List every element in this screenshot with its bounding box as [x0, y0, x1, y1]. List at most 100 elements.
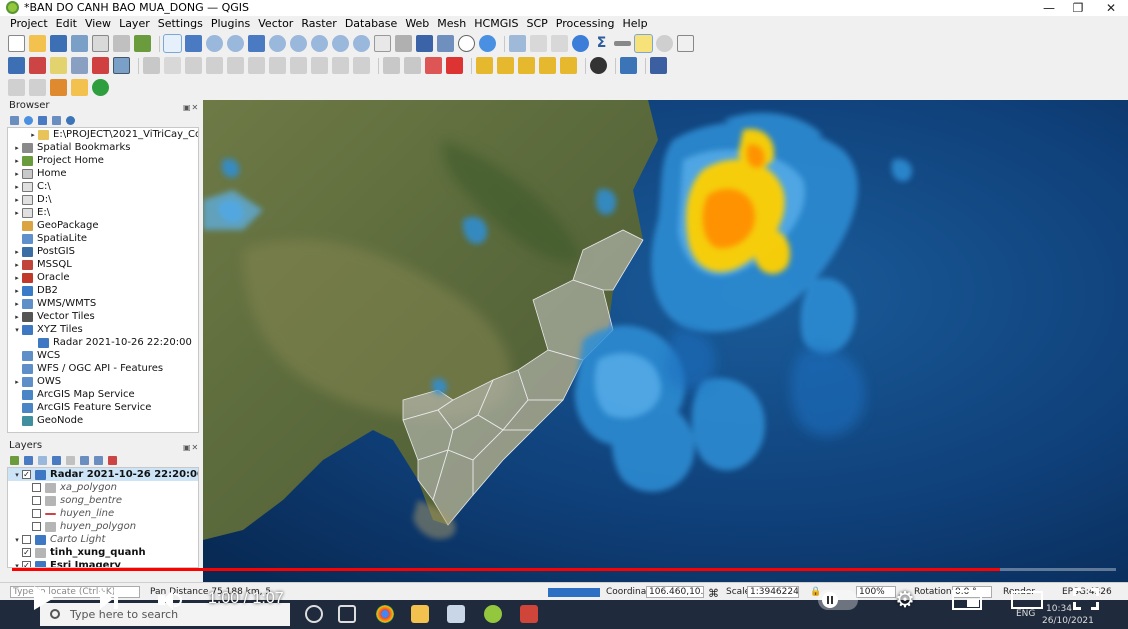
- highlight-pinned-icon[interactable]: [425, 57, 442, 74]
- maximize-button[interactable]: ❐: [1063, 0, 1093, 16]
- settings-gear-icon[interactable]: ⚙: [893, 588, 917, 612]
- browser-item[interactable]: SpatiaLite: [8, 232, 198, 245]
- menu-plugins[interactable]: Plugins: [211, 16, 250, 32]
- vertex-tool-icon[interactable]: [227, 57, 244, 74]
- python-console-icon[interactable]: [620, 57, 637, 74]
- browser-item[interactable]: GeoNode: [8, 414, 198, 427]
- next-video-icon[interactable]: [100, 589, 118, 609]
- browser-item[interactable]: ▸ OWS: [8, 375, 198, 388]
- text-annotation-icon[interactable]: [677, 35, 694, 52]
- browser-item[interactable]: ▸ WMS/WMTS: [8, 297, 198, 310]
- browser-item[interactable]: ▸ Project Home: [8, 154, 198, 167]
- layer-item[interactable]: song_bentre: [8, 494, 198, 507]
- map-tips-icon[interactable]: [634, 34, 653, 53]
- zoom-last-icon[interactable]: [332, 35, 349, 52]
- expand-arrow-icon[interactable]: ▸: [12, 183, 22, 191]
- zoom-out-icon[interactable]: [227, 35, 244, 52]
- new-3d-view-icon[interactable]: [395, 35, 412, 52]
- layer-visibility-checkbox[interactable]: [32, 483, 41, 492]
- new-shapefile-layer-icon[interactable]: [50, 57, 67, 74]
- theater-mode-icon[interactable]: [1011, 591, 1043, 609]
- zoom-selection-icon[interactable]: [269, 35, 286, 52]
- expand-arrow-icon[interactable]: ▸: [12, 313, 22, 321]
- menu-vector[interactable]: Vector: [258, 16, 293, 32]
- current-edits-icon[interactable]: [143, 57, 160, 74]
- cut-features-icon[interactable]: [269, 57, 286, 74]
- new-temporary-layer-icon[interactable]: [92, 57, 109, 74]
- expand-arrow-icon[interactable]: ▸: [12, 274, 22, 282]
- browser-item[interactable]: ▸ MSSQL: [8, 258, 198, 271]
- label-toolbar-icon[interactable]: [383, 57, 400, 74]
- browser-item[interactable]: ▸ C:\: [8, 180, 198, 193]
- menu-hcmgis[interactable]: HCMGIS: [474, 16, 518, 32]
- processing-toolbox-icon[interactable]: [572, 35, 589, 52]
- rotate-label-icon[interactable]: [497, 57, 514, 74]
- autoplay-toggle[interactable]: [818, 590, 858, 610]
- zoom-next-icon[interactable]: [353, 35, 370, 52]
- pan-to-selection-icon[interactable]: [185, 35, 202, 52]
- filter-legend-icon[interactable]: [52, 455, 61, 465]
- properties-widget-icon[interactable]: [66, 115, 75, 125]
- layer-visibility-checkbox[interactable]: ✓: [22, 561, 31, 567]
- scp-preview-icon[interactable]: [71, 79, 88, 96]
- browser-item[interactable]: ▸ Home: [8, 167, 198, 180]
- browser-item[interactable]: ▸ DB2: [8, 284, 198, 297]
- layer-item[interactable]: ▾ ✓ Esri Imagery: [8, 559, 198, 567]
- new-project-icon[interactable]: [8, 35, 25, 52]
- menu-project[interactable]: Project: [10, 16, 48, 32]
- scale-field[interactable]: 1:3946224: [747, 586, 799, 598]
- expand-arrow-icon[interactable]: ▸: [12, 261, 22, 269]
- add-polygon-icon[interactable]: [206, 57, 223, 74]
- browser-item[interactable]: GeoPackage: [8, 219, 198, 232]
- layer-item[interactable]: ✓ tinh_xung_quanh: [8, 546, 198, 559]
- attribute-table-icon[interactable]: [530, 35, 547, 52]
- open-styling-icon[interactable]: [10, 455, 19, 465]
- browser-item[interactable]: ▾ XYZ Tiles: [8, 323, 198, 336]
- expand-arrow-icon[interactable]: ▸: [12, 248, 22, 256]
- show-hide-labels-icon[interactable]: [446, 57, 463, 74]
- menu-processing[interactable]: Processing: [556, 16, 615, 32]
- volume-icon[interactable]: [158, 589, 184, 611]
- menu-database[interactable]: Database: [345, 16, 398, 32]
- browser-item[interactable]: ▸ Oracle: [8, 271, 198, 284]
- expand-arrow-icon[interactable]: ▸: [12, 209, 22, 217]
- field-calculator-icon[interactable]: [551, 35, 568, 52]
- pin-labels-icon[interactable]: [404, 57, 421, 74]
- scp-refresh-icon[interactable]: [92, 79, 109, 96]
- select-feature-icon[interactable]: [656, 35, 673, 52]
- browser-refresh-icon[interactable]: [24, 115, 33, 125]
- browser-item[interactable]: ▸ E:\: [8, 206, 198, 219]
- close-button[interactable]: ✕: [1096, 0, 1126, 16]
- manage-themes-icon[interactable]: [38, 455, 47, 465]
- layer-item[interactable]: huyen_line: [8, 507, 198, 520]
- coordinate-field[interactable]: 106.460,10.057: [646, 586, 704, 598]
- open-project-icon[interactable]: [29, 35, 46, 52]
- layer-visibility-checkbox[interactable]: [32, 522, 41, 531]
- qgis-taskbar-icon[interactable]: [484, 605, 502, 623]
- recorder-app-icon[interactable]: [520, 605, 538, 623]
- filter-expression-icon[interactable]: [66, 455, 75, 465]
- expand-arrow-icon[interactable]: ▾: [12, 326, 22, 334]
- save-edits-icon[interactable]: [185, 57, 202, 74]
- cortana-icon[interactable]: [305, 605, 323, 623]
- magnifier-field[interactable]: 100%: [856, 586, 896, 598]
- expand-arrow-icon[interactable]: ▸: [28, 131, 38, 139]
- menu-scp[interactable]: SCP: [526, 16, 547, 32]
- play-icon[interactable]: [34, 586, 54, 610]
- browser-item[interactable]: ▸ E:\PROJECT\2021_ViTriCay_ConDac: [8, 128, 198, 141]
- diagram-properties-icon[interactable]: [560, 57, 577, 74]
- layer-item[interactable]: huyen_polygon: [8, 520, 198, 533]
- filter-browser-icon[interactable]: [38, 115, 47, 125]
- menu-view[interactable]: View: [85, 16, 111, 32]
- clock-time[interactable]: 10:34: [1046, 604, 1072, 614]
- measure-icon[interactable]: [614, 41, 631, 46]
- expand-arrow-icon[interactable]: ▾: [12, 536, 22, 544]
- paste-features-icon[interactable]: [311, 57, 328, 74]
- layer-item[interactable]: xa_polygon: [8, 481, 198, 494]
- save-project-icon[interactable]: [50, 35, 67, 52]
- redo-icon[interactable]: [353, 57, 370, 74]
- clock-date[interactable]: 26/10/2021: [1042, 616, 1094, 626]
- browser-item[interactable]: ▸ PostGIS: [8, 245, 198, 258]
- menu-edit[interactable]: Edit: [56, 16, 77, 32]
- refresh-icon[interactable]: [479, 35, 496, 52]
